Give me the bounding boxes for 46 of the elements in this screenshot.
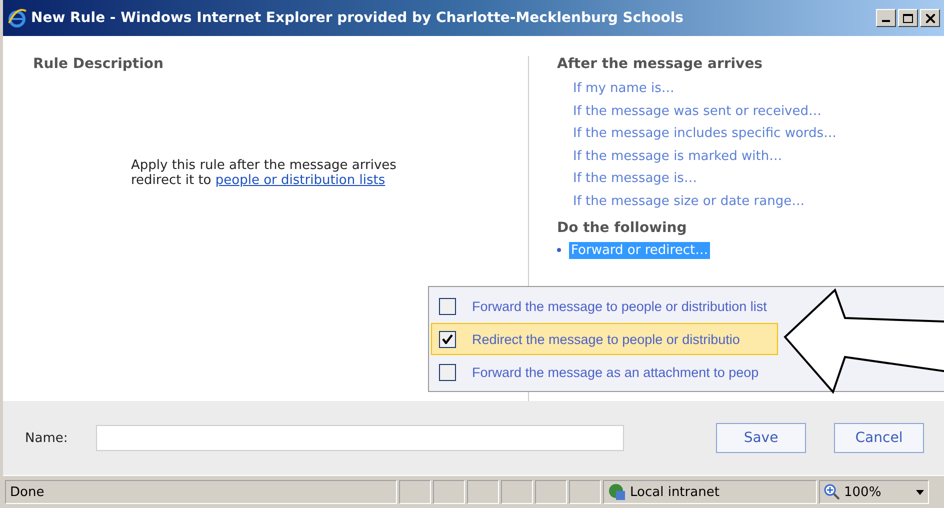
name-input-field[interactable] xyxy=(96,425,624,451)
actions-heading: Do the following xyxy=(557,220,688,236)
status-pane xyxy=(433,480,465,504)
rule-text: Apply this rule after the message arrives xyxy=(131,158,398,173)
menu-item[interactable]: Forward the message as an attachment to peop xyxy=(431,356,778,388)
minimize-button[interactable] xyxy=(876,9,896,27)
rule-text: redirect it to xyxy=(131,173,212,188)
name-label: Name: xyxy=(25,430,68,446)
save-button[interactable]: Save xyxy=(716,423,806,453)
checkbox[interactable] xyxy=(438,330,456,348)
conditions-heading: After the message arrives xyxy=(557,56,764,72)
condition-link[interactable]: If the message is marked with… xyxy=(557,146,916,168)
dropdown-caret-icon[interactable] xyxy=(916,490,924,494)
menu-item[interactable]: Forward the message to people or distribution list xyxy=(431,290,778,322)
close-button[interactable] xyxy=(920,9,940,27)
zoom-level: 100% xyxy=(844,484,882,500)
condition-link[interactable]: If the message includes specific words… xyxy=(557,123,916,146)
condition-link[interactable]: If the message was sent or received… xyxy=(557,100,916,124)
condition-link[interactable]: If my name is… xyxy=(557,78,916,101)
menu-item-label: Forward the message as an attachment to peop xyxy=(472,364,759,380)
condition-link[interactable]: If the message size or date range… xyxy=(557,190,916,214)
status-text: Done xyxy=(10,484,44,500)
recipients-link[interactable]: people or distribution lists xyxy=(215,173,386,188)
bullet-icon xyxy=(557,248,561,252)
window-title: New Rule - Windows Internet Explorer provided by Charlotte-Mecklenburg Schools xyxy=(31,10,685,26)
menu-item[interactable]: Redirect the message to people or distributio xyxy=(431,323,778,355)
browser-logo-icon xyxy=(7,8,27,28)
checkbox[interactable] xyxy=(438,298,456,314)
close-icon xyxy=(926,14,934,22)
network-icon xyxy=(608,483,626,501)
status-pane xyxy=(467,480,499,504)
status-pane xyxy=(535,480,567,504)
maximize-icon xyxy=(903,14,913,22)
status-pane xyxy=(399,480,431,504)
condition-link[interactable]: If the message is… xyxy=(557,168,916,191)
status-pane xyxy=(501,480,533,504)
maximize-button[interactable] xyxy=(898,9,918,27)
menu-item-label: Redirect the message to people or distributio xyxy=(472,332,740,346)
checkbox[interactable] xyxy=(438,364,456,380)
action-link[interactable]: Forward or redirect… xyxy=(569,242,710,259)
zone-text: Local intranet xyxy=(630,484,720,500)
cancel-button[interactable]: Cancel xyxy=(834,423,924,453)
status-pane xyxy=(569,480,601,504)
rule-description-heading: Rule Description xyxy=(33,56,164,72)
menu-item-label: Forward the message to people or distribution list xyxy=(472,298,767,314)
zoom-icon[interactable] xyxy=(824,484,840,500)
